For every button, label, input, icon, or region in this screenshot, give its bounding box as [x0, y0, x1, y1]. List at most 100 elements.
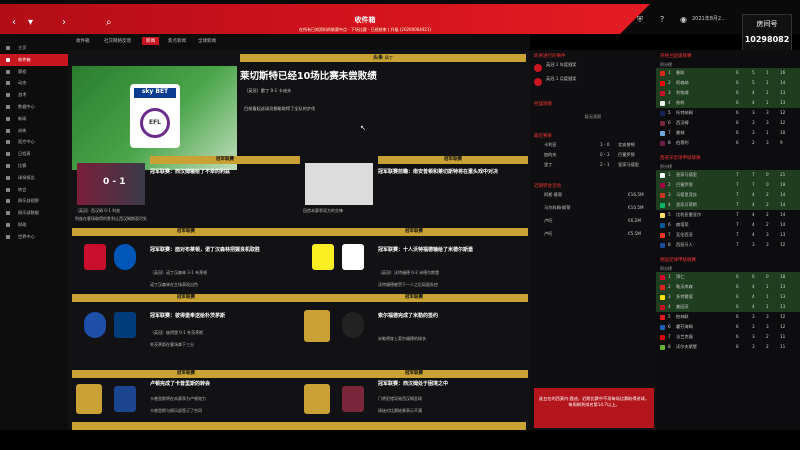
tab-news[interactable]: 新闻 [142, 37, 159, 45]
cell-team: 阿森纳 [676, 80, 689, 85]
cell-drawn: 3 [766, 314, 769, 319]
results-header: 最近赛果 [534, 134, 552, 139]
cell-team: 霍芬海姆 [676, 324, 693, 329]
profile-icon[interactable]: ◉ [680, 15, 687, 24]
table-row[interactable]: 1 拜仁 6 6 0 18 [656, 272, 800, 282]
sidebar-item-club-vision[interactable]: 俱乐部视野 [0, 195, 68, 207]
sidebar-item-transfers[interactable]: 转会 [0, 184, 68, 196]
cell-pos: 6 [668, 324, 671, 329]
news-card[interactable]: 冠军联赛 0 - 1 冠军联赛：西汉姆输给了不幸的利兹 （英冠）西汉姆 0-1 … [72, 156, 300, 226]
sidebar-item-data-hub[interactable]: 数据中心 [0, 101, 68, 113]
tab-inbox[interactable]: 收件箱 [76, 38, 90, 44]
cell-drawn: 2 [766, 344, 769, 349]
result-row[interactable]: 卡利亚 1 - 0 北安普顿 [530, 142, 656, 152]
cell-pos: 2 [668, 284, 671, 289]
sidebar-item-training[interactable]: 训练 [0, 125, 68, 137]
sidebar-item-world[interactable]: 世界中心 [0, 231, 68, 243]
sidebar-item-scouting[interactable]: 球探报告 [0, 172, 68, 184]
dropdown-icon[interactable]: ▾ [28, 17, 33, 28]
table-row[interactable]: 3 多特蒙德 6 4 1 13 [656, 292, 800, 302]
sidebar-item-dynamics[interactable]: 动态 [0, 77, 68, 89]
sidebar-item-fixtures[interactable]: 赛程 [0, 66, 68, 78]
table-row[interactable]: 6 霍芬海姆 6 3 3 12 [656, 322, 800, 332]
table-row[interactable]: 7 瓦伦西亚 7 4 3 13 [656, 230, 800, 240]
table-row[interactable]: 6 西汉姆 6 3 3 12 [656, 118, 800, 128]
cell-points: 13 [780, 294, 786, 299]
sidebar-item-inbox[interactable]: 收件箱 [0, 53, 68, 66]
news-card[interactable]: 索尔福德完成了米勒的签约 米勒将穿上索尔福德的球衣 [300, 302, 528, 372]
tab-focus-news[interactable]: 焦点新闻 [168, 38, 186, 44]
cell-pos: 1 [668, 70, 671, 75]
sidebar-item-matches[interactable]: 比赛 [0, 160, 68, 172]
news-card[interactable]: 冠军联赛 冠军联赛前瞻：南安普顿和莱切斯特将在重头戏中对决 回首本赛季双方的交锋 [300, 156, 528, 226]
cell-pos: 7 [668, 232, 671, 237]
cell-team: 西班牙人 [676, 242, 693, 247]
cell-points: 14 [780, 222, 786, 227]
table-row[interactable]: 4 皇家贝蒂斯 7 4 2 14 [656, 200, 800, 210]
table-row[interactable]: 8 伯恩利 6 2 3 9 [656, 138, 800, 148]
table-row[interactable]: 7 曼城 6 3 1 10 [656, 128, 800, 138]
cell-points: 18 [780, 274, 786, 279]
cell-won: 2 [752, 140, 755, 145]
club-icon[interactable]: ⛨ [637, 15, 643, 25]
tab-global-news[interactable]: 全球新闻 [198, 38, 216, 44]
cell-team: 托特纳姆 [676, 110, 693, 115]
transfer-row[interactable]: 阿斯·基恩 €16.5M [530, 192, 656, 205]
sidebar-item-home[interactable]: 主页 [0, 42, 68, 54]
cell-pos: 6 [668, 222, 671, 227]
back-icon[interactable]: ‹ [12, 17, 16, 28]
news-card[interactable]: 冠军联赛：彼得堡奉送给朴茨茅斯 （英冠）彼得堡 0-1 朴茨茅斯 朴茨茅斯在客场… [72, 302, 300, 372]
sidebar-item-tactics[interactable]: 战术 [0, 89, 68, 101]
table-row[interactable]: 7 法兰克福 6 3 2 11 [656, 332, 800, 342]
help-icon[interactable]: ? [660, 15, 664, 24]
transfer-row[interactable]: 卢旺 €5.5M [530, 231, 656, 244]
result-home: 里丁 [544, 162, 553, 167]
transfer-row[interactable]: 卢旺 €6.2M [530, 218, 656, 231]
table-row[interactable]: 5 托特纳姆 6 3 3 12 [656, 108, 800, 118]
transfer-fee: €6.2M [628, 218, 641, 223]
cell-pos: 7 [668, 130, 671, 135]
table-row[interactable]: 4 热刺 6 4 1 13 [656, 98, 800, 108]
cell-drawn: 2 [766, 202, 769, 207]
cell-pos: 2 [668, 80, 671, 85]
card-line: 米勒将穿上索尔福德的球衣 [378, 336, 426, 341]
sidebar-item-club-data[interactable]: 俱乐部数据 [0, 207, 68, 219]
headline-image[interactable]: sky BET EFL [72, 66, 237, 170]
search-icon[interactable]: ⌕ [106, 17, 112, 28]
table-row[interactable]: 3 利物浦 6 4 1 13 [656, 88, 800, 98]
tab-social[interactable]: 社交网络反馈 [104, 38, 131, 44]
card-line: 回首本赛季双方的交锋 [303, 208, 343, 213]
cell-points: 12 [780, 242, 786, 247]
cell-drawn: 3 [766, 110, 769, 115]
sidebar-item-news[interactable]: 新闻 [0, 113, 68, 125]
cell-drawn: 1 [766, 130, 769, 135]
cell-played: 7 [736, 212, 739, 217]
forward-icon[interactable]: › [62, 17, 66, 28]
event-item[interactable]: 英冠 1 年度颁奖 [530, 62, 656, 76]
cell-won: 4 [752, 232, 755, 237]
transfer-row[interactable]: 马尔科姆·斯蒂 €10.5M [530, 205, 656, 218]
sidebar-item-schedule[interactable]: 日程表 [0, 148, 68, 160]
news-ticker[interactable]: 谁五在的西莫内·鹿迪，近期比赛中不再每场比赛取得进球，每周刷到排名第14.7以上… [534, 388, 654, 428]
event-item[interactable]: 英冠 1 月度颁奖 [530, 76, 656, 90]
table-row[interactable]: 4 美因茨 6 4 1 13 [656, 302, 800, 312]
table-row[interactable]: 3 马德里竞技 7 4 2 14 [656, 190, 800, 200]
sidebar-item-finances[interactable]: 财政 [0, 219, 68, 231]
table-row[interactable]: 8 沃尔夫斯堡 6 3 2 11 [656, 342, 800, 352]
table-row[interactable]: 2 阿森纳 6 5 1 14 [656, 78, 800, 88]
table-row[interactable]: 5 比利亚雷亚尔 7 4 2 14 [656, 210, 800, 220]
table-row[interactable]: 8 西班牙人 7 3 3 12 [656, 240, 800, 250]
headline-title[interactable]: 莱切斯特已经10场比赛未尝败绩 [240, 68, 530, 82]
result-row[interactable]: 里丁 2 - 1 皇家马德里 [530, 162, 656, 172]
table-row[interactable]: 1 曼联 6 5 1 16 [656, 68, 800, 78]
table-row[interactable]: 2 勒沃库森 6 4 1 13 [656, 282, 800, 292]
stream-overlay: 房间号 10298082 [742, 14, 792, 52]
result-away: 北安普顿 [618, 142, 635, 147]
result-row[interactable]: 加的夫 0 - 3 巴塞罗那 [530, 152, 656, 162]
table-row[interactable]: 2 巴塞罗那 7 7 0 19 [656, 180, 800, 190]
table-row[interactable]: 1 皇家马德里 7 7 0 21 [656, 170, 800, 180]
game-date: 2021年8月2... [692, 16, 726, 22]
table-row[interactable]: 5 柏林联 6 3 3 12 [656, 312, 800, 322]
table-row[interactable]: 6 赫塔菲 7 4 2 14 [656, 220, 800, 230]
sidebar-item-medical[interactable]: 医疗中心 [0, 136, 68, 148]
